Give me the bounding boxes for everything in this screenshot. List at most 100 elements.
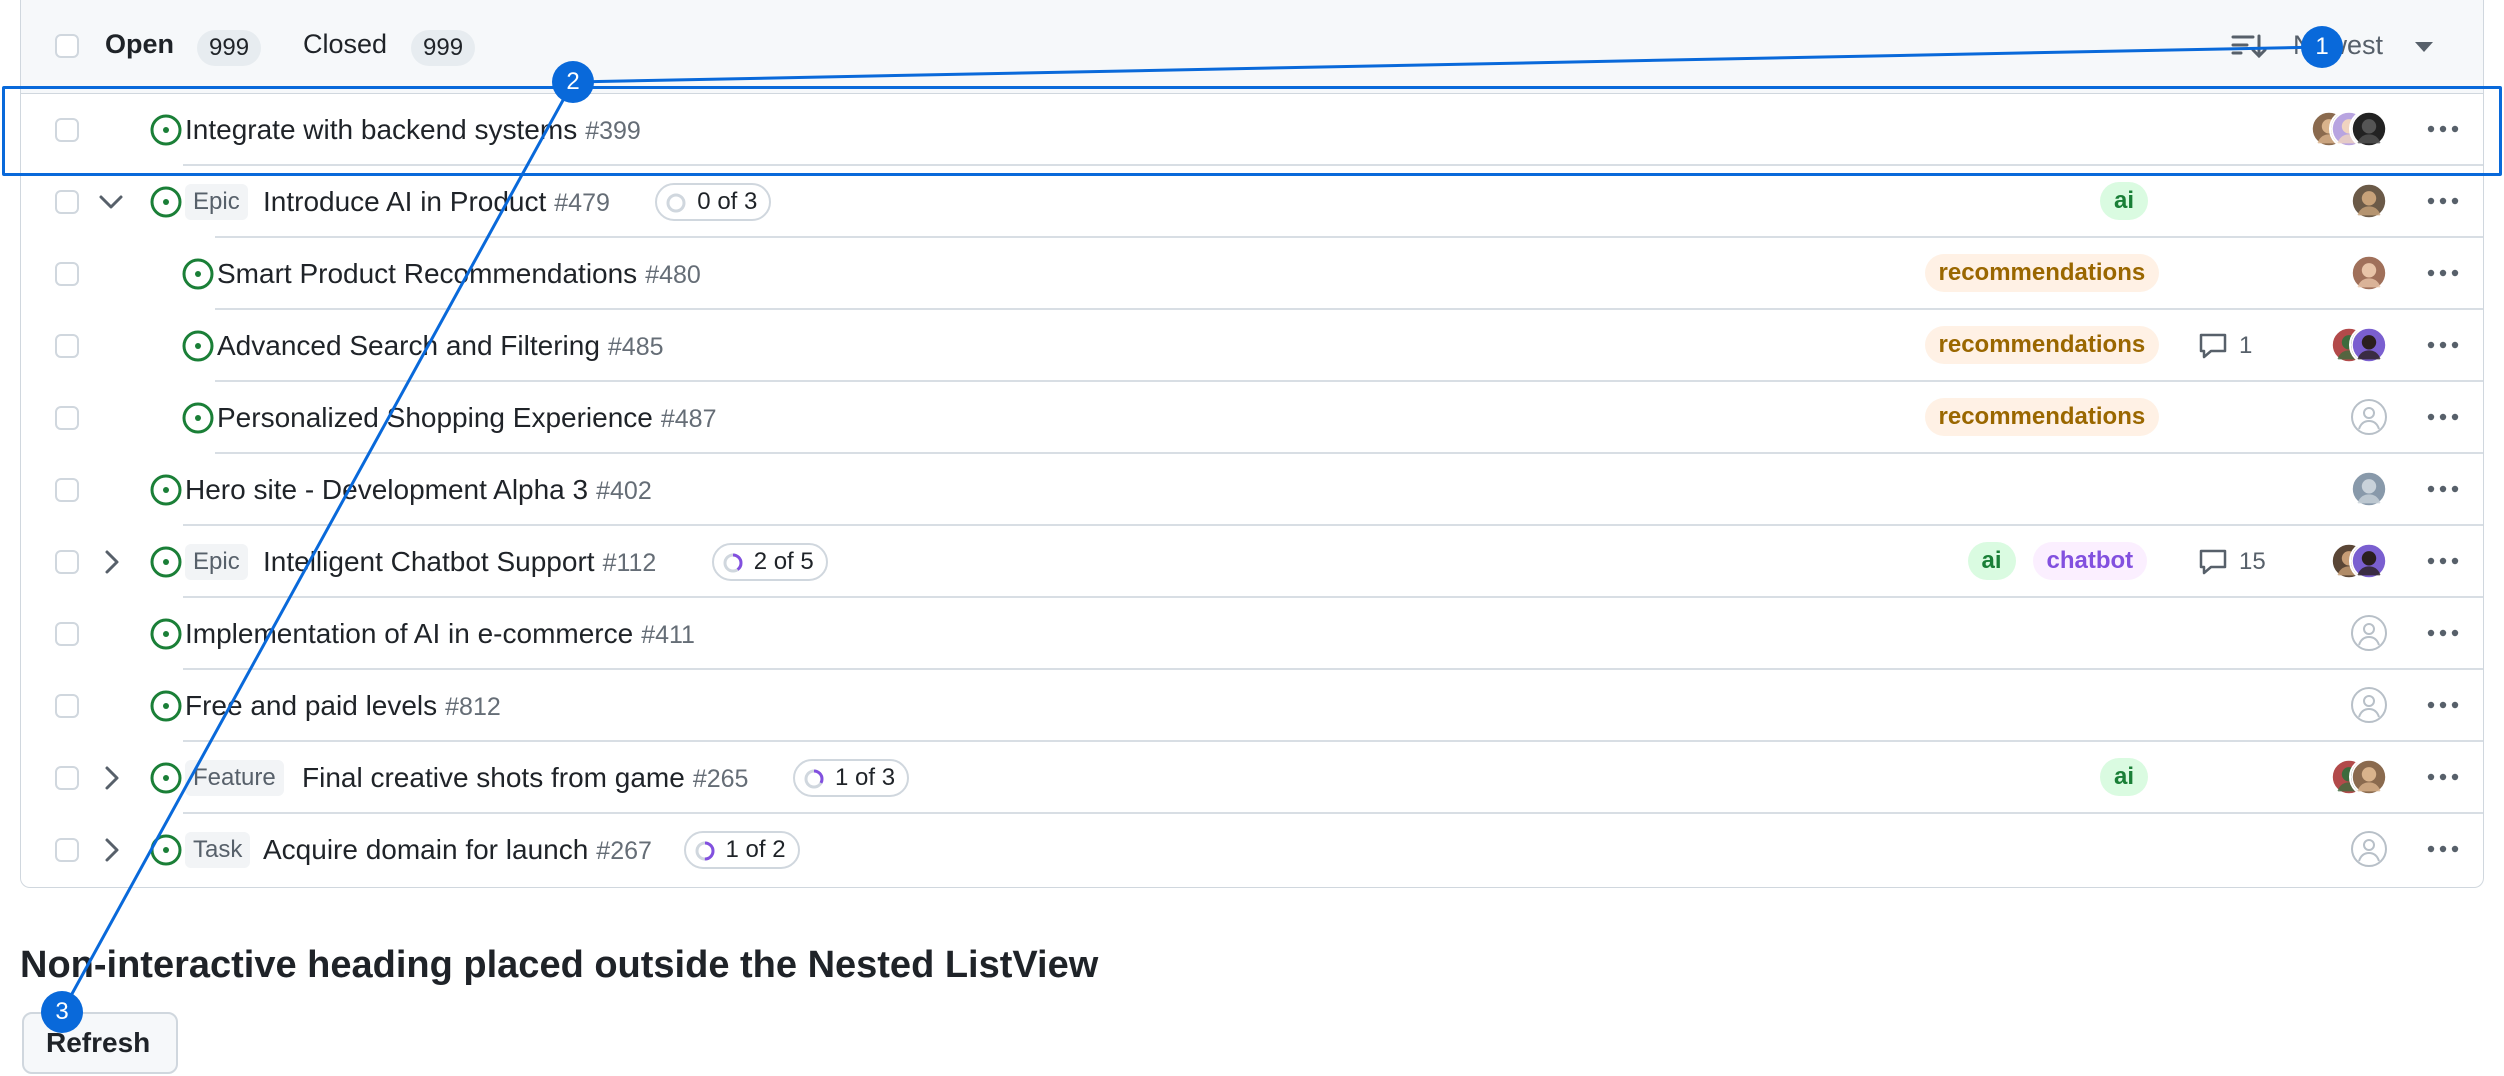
label-ai[interactable]: ai bbox=[2100, 182, 2149, 220]
kebab-menu-icon[interactable] bbox=[2425, 690, 2461, 720]
label-recommendations[interactable]: recommendations bbox=[1924, 254, 2160, 292]
label-ai[interactable]: ai bbox=[2100, 758, 2149, 796]
row-checkbox[interactable] bbox=[55, 118, 79, 142]
row-checkbox[interactable] bbox=[55, 406, 79, 430]
row-checkbox[interactable] bbox=[55, 766, 79, 790]
list-row[interactable]: Integrate with backend systems #399 bbox=[21, 94, 2483, 166]
list-row[interactable]: Advanced Search and Filtering #485 recomme… bbox=[21, 310, 2483, 382]
row-checkbox[interactable] bbox=[55, 838, 79, 862]
issue-open-icon bbox=[150, 834, 182, 866]
unassigned-avatar-icon[interactable] bbox=[2349, 829, 2389, 869]
kebab-menu-icon[interactable] bbox=[2425, 186, 2461, 216]
chevron-right-icon[interactable] bbox=[95, 544, 127, 580]
select-all-checkbox[interactable] bbox=[55, 34, 79, 58]
kebab-menu-icon[interactable] bbox=[2425, 546, 2461, 576]
issue-title-link[interactable]: Integrate with backend systems #399 bbox=[185, 112, 641, 149]
issue-title-link[interactable]: Free and paid levels #812 bbox=[185, 688, 501, 725]
issue-title-link[interactable]: Personalized Shopping Experience #487 bbox=[217, 400, 716, 437]
label-recommendations[interactable]: recommendations bbox=[1924, 398, 2160, 436]
assignee-avatar[interactable] bbox=[2349, 325, 2389, 365]
row-checkbox[interactable] bbox=[55, 478, 79, 502]
issue-number: #399 bbox=[585, 117, 641, 145]
open-filter-label[interactable]: Open bbox=[105, 29, 174, 60]
row-checkbox[interactable] bbox=[55, 622, 79, 646]
progress-ring-icon bbox=[804, 769, 824, 789]
issue-title-link[interactable]: Intelligent Chatbot Support #112 bbox=[263, 544, 656, 581]
progress-ring-icon bbox=[666, 193, 686, 213]
kebab-menu-icon[interactable] bbox=[2425, 834, 2461, 864]
issue-title: Intelligent Chatbot Support bbox=[263, 546, 595, 577]
row-checkbox[interactable] bbox=[55, 550, 79, 574]
kebab-menu-icon[interactable] bbox=[2425, 762, 2461, 792]
label-recommendations[interactable]: recommendations bbox=[1924, 326, 2160, 364]
list-row[interactable]: Task Acquire domain for launch #267 1 of 2 bbox=[21, 814, 2483, 886]
issue-open-icon bbox=[150, 114, 182, 146]
kebab-menu-icon[interactable] bbox=[2425, 474, 2461, 504]
issue-number: #480 bbox=[645, 261, 701, 289]
assignee-avatar[interactable] bbox=[2349, 469, 2389, 509]
kebab-menu-icon[interactable] bbox=[2425, 114, 2461, 144]
list-row[interactable]: Feature Final creative shots from game #26… bbox=[21, 742, 2483, 814]
kebab-menu-icon[interactable] bbox=[2425, 330, 2461, 360]
row-checkbox[interactable] bbox=[55, 190, 79, 214]
chevron-right-icon[interactable] bbox=[95, 760, 127, 796]
comment-count-value: 1 bbox=[2239, 332, 2253, 359]
issue-title-link[interactable]: Hero site - Development Alpha 3 #402 bbox=[185, 472, 652, 509]
progress-ring-icon bbox=[723, 553, 743, 573]
issue-type-badge: Feature bbox=[185, 760, 284, 796]
kebab-menu-icon[interactable] bbox=[2425, 402, 2461, 432]
unassigned-avatar-icon[interactable] bbox=[2349, 685, 2389, 725]
assignee-avatar[interactable] bbox=[2349, 253, 2389, 293]
sub-issue-progress: 1 of 3 bbox=[793, 759, 910, 797]
issue-type-badge: Epic bbox=[185, 184, 248, 220]
chevron-down-icon[interactable] bbox=[95, 184, 127, 220]
sort-icon bbox=[2231, 34, 2267, 59]
assignee-avatar[interactable] bbox=[2349, 541, 2389, 581]
issue-open-icon bbox=[150, 546, 182, 578]
issue-number: #402 bbox=[596, 477, 652, 505]
row-checkbox[interactable] bbox=[55, 262, 79, 286]
assignee-avatar[interactable] bbox=[2349, 757, 2389, 797]
issue-title: Smart Product Recommendations bbox=[217, 258, 638, 289]
list-row[interactable]: Personalized Shopping Experience #487 reco… bbox=[21, 382, 2483, 454]
issue-open-icon bbox=[150, 762, 182, 794]
assignee-avatar[interactable] bbox=[2349, 109, 2389, 149]
issue-title: Hero site - Development Alpha 3 bbox=[185, 474, 589, 505]
issue-number: #485 bbox=[607, 333, 664, 361]
list-row[interactable]: Hero site - Development Alpha 3 #402 bbox=[21, 454, 2483, 526]
chevron-down-icon[interactable] bbox=[2415, 42, 2433, 52]
row-checkbox[interactable] bbox=[55, 334, 79, 358]
progress-text: 1 of 2 bbox=[725, 836, 786, 863]
comment-count-value: 15 bbox=[2239, 548, 2266, 575]
list-row[interactable]: Implementation of AI in e-commerce #411 bbox=[21, 598, 2483, 670]
list-row[interactable]: Free and paid levels #812 bbox=[21, 670, 2483, 742]
progress-text: 0 of 3 bbox=[697, 188, 758, 215]
annotation-marker-3: 3 bbox=[41, 991, 83, 1033]
label-ai[interactable]: ai bbox=[1967, 542, 2016, 580]
unassigned-avatar-icon[interactable] bbox=[2349, 613, 2389, 653]
closed-filter-label[interactable]: Closed bbox=[303, 29, 387, 60]
comment-icon bbox=[2199, 549, 2227, 575]
kebab-menu-icon[interactable] bbox=[2425, 258, 2461, 288]
issue-title-link[interactable]: Acquire domain for launch #267 bbox=[263, 832, 652, 869]
chevron-right-icon[interactable] bbox=[95, 832, 127, 868]
issue-title-link[interactable]: Smart Product Recommendations #480 bbox=[217, 256, 701, 293]
issue-number: #812 bbox=[445, 693, 501, 721]
unassigned-avatar-icon[interactable] bbox=[2349, 397, 2389, 437]
kebab-menu-icon[interactable] bbox=[2425, 618, 2461, 648]
issue-title-link[interactable]: Final creative shots from game #265 bbox=[302, 760, 748, 797]
issue-open-icon bbox=[182, 330, 214, 362]
list-row[interactable]: Smart Product Recommendations #480 recomme… bbox=[21, 238, 2483, 310]
row-checkbox[interactable] bbox=[55, 694, 79, 718]
issue-number: #479 bbox=[554, 189, 610, 217]
assignee-avatar[interactable] bbox=[2349, 181, 2389, 221]
label-chatbot[interactable]: chatbot bbox=[2032, 542, 2148, 580]
sub-issue-progress: 2 of 5 bbox=[711, 543, 828, 581]
issue-title-link[interactable]: Advanced Search and Filtering #485 bbox=[217, 328, 664, 365]
list-row[interactable]: Epic Introduce AI in Product #479 0 of 3 ai bbox=[21, 166, 2483, 238]
issue-title: Integrate with backend systems bbox=[185, 114, 578, 145]
list-row[interactable]: Epic Intelligent Chatbot Support #112 2 of … bbox=[21, 526, 2483, 598]
issue-title-link[interactable]: Implementation of AI in e-commerce #411 bbox=[185, 616, 695, 653]
list-header: Open 999 Closed 999 Newest bbox=[21, 0, 2483, 94]
issue-title-link[interactable]: Introduce AI in Product #479 bbox=[263, 184, 610, 221]
